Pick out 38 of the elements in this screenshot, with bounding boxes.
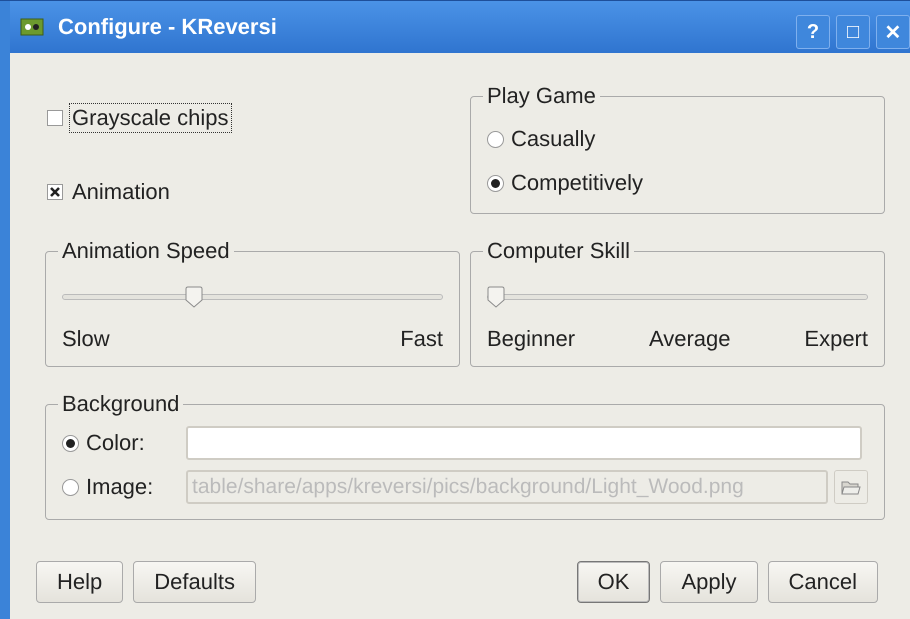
slider-label: Average <box>648 326 731 352</box>
window-title: Configure - KReversi <box>58 14 278 40</box>
group-title: Animation Speed <box>61 238 231 264</box>
group-title: Background <box>61 391 180 417</box>
group-title: Computer Skill <box>486 238 632 264</box>
slider-thumb[interactable] <box>487 286 505 308</box>
radio-label: Color: <box>86 430 145 456</box>
radio-button[interactable] <box>62 478 79 496</box>
checkbox[interactable] <box>47 110 63 126</box>
dialog-button[interactable]: Defaults <box>133 561 256 603</box>
checkbox-label: Animation <box>71 178 171 206</box>
radio-label: Casually <box>511 126 596 152</box>
title-button[interactable]: ? <box>796 15 830 49</box>
title-button[interactable]: □ <box>836 15 870 49</box>
radio-label: Image: <box>86 474 154 500</box>
slider-label: Fast <box>400 326 443 352</box>
slider-thumb[interactable] <box>185 286 204 308</box>
checkbox[interactable] <box>47 184 63 200</box>
slider[interactable] <box>62 286 443 308</box>
checkbox-label: Grayscale chips <box>69 103 232 133</box>
slider-label: Slow <box>62 326 110 352</box>
app-icon <box>20 18 44 36</box>
dialog-button[interactable]: Apply <box>660 561 758 603</box>
dialog-button[interactable]: OK <box>576 561 650 603</box>
color-field[interactable] <box>186 426 862 460</box>
group-title: Play Game <box>486 83 597 109</box>
dialog-button[interactable]: Cancel <box>768 561 878 603</box>
radio-label: Competitively <box>511 170 644 196</box>
slider-label: Expert <box>804 326 868 352</box>
dialog-button[interactable]: Help <box>36 561 124 603</box>
title-button[interactable]: ✕ <box>876 15 910 49</box>
radio-button[interactable] <box>487 174 504 192</box>
slider-label: Beginner <box>487 326 576 352</box>
radio-button[interactable] <box>62 434 79 452</box>
folder-icon <box>841 479 861 495</box>
browse-button[interactable] <box>834 470 868 504</box>
slider[interactable] <box>487 286 868 308</box>
radio-button[interactable] <box>487 130 504 148</box>
